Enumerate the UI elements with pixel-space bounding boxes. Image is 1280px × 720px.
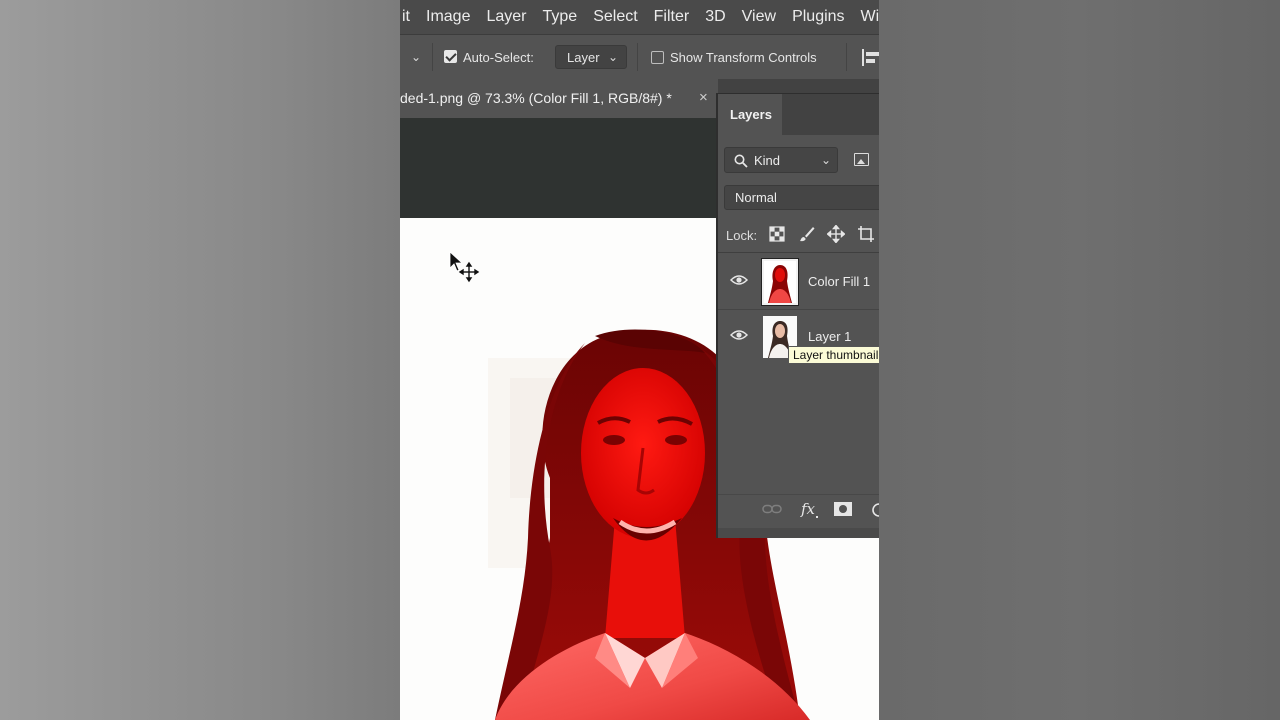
adjustment-icon[interactable] [871, 502, 879, 518]
eye-icon[interactable] [730, 274, 748, 286]
chevron-down-icon: ⌄ [607, 50, 618, 64]
menu-bar: it Image Layer Type Select Filter 3D Vie… [400, 0, 879, 34]
close-icon[interactable]: × [699, 89, 708, 106]
menu-edit[interactable]: it [400, 8, 418, 26]
document-tab-title: ded-1.png @ 73.3% (Color Fill 1, RGB/8#)… [400, 90, 672, 106]
layer-name: Layer 1 [808, 329, 852, 344]
move-cursor-icon [449, 251, 480, 283]
photoshop-window: it Image Layer Type Select Filter 3D Vie… [400, 0, 879, 720]
fx-icon[interactable]: fx [800, 500, 820, 520]
align-left-icon[interactable] [862, 49, 879, 66]
layers-panel-tab-bar: Layers [718, 94, 879, 135]
lock-row: Lock: [718, 222, 879, 253]
layer-row-color-fill-1[interactable]: Color Fill 1 [718, 256, 879, 308]
auto-select-label: Auto-Select: [463, 50, 534, 65]
document-tab[interactable]: ded-1.png @ 73.3% (Color Fill 1, RGB/8#)… [400, 79, 718, 118]
menu-window[interactable]: Wind [853, 8, 879, 26]
options-divider [637, 43, 638, 71]
brush-icon[interactable] [798, 225, 816, 243]
crop-icon[interactable] [857, 225, 875, 243]
menu-image[interactable]: Image [418, 8, 478, 26]
link-icon[interactable] [762, 502, 782, 516]
menu-layer[interactable]: Layer [478, 8, 534, 26]
layer-thumbnail[interactable] [761, 258, 799, 306]
right-background [879, 0, 1280, 720]
layer-filter-kind-dropdown[interactable]: Kind ⌄ [724, 147, 838, 173]
options-bar: ⌄ Auto-Select: Layer ⌄ Show Transform Co… [400, 34, 879, 80]
image-filter-icon[interactable] [854, 153, 869, 166]
layer-divider [718, 309, 879, 310]
layers-panel: Layers Kind ⌄ Normal Lock: Color Fill 1 … [716, 93, 879, 538]
mask-icon[interactable] [834, 502, 852, 516]
menu-view[interactable]: View [734, 8, 784, 26]
eye-icon[interactable] [730, 329, 748, 341]
chevron-down-icon: ⌄ [820, 153, 831, 167]
layer-thumbnail-tooltip: Layer thumbnail [788, 346, 879, 364]
lock-label: Lock: [726, 228, 758, 243]
lock-pixels-icon[interactable] [768, 225, 786, 243]
auto-select-target-dropdown[interactable]: Layer ⌄ [555, 45, 627, 69]
layers-panel-footer: fx [718, 494, 879, 525]
lock-row-divider [718, 252, 879, 253]
blend-mode-value: Normal [735, 190, 777, 205]
blend-mode-dropdown[interactable]: Normal [724, 185, 879, 210]
search-icon [734, 154, 748, 168]
color-fill-thumbnail-image [764, 261, 796, 303]
layer-name: Color Fill 1 [808, 274, 871, 289]
menu-select[interactable]: Select [585, 8, 645, 26]
tab-layers[interactable]: Layers [718, 94, 782, 135]
options-divider [432, 43, 433, 71]
tooltip-text: Layer thumbnail [793, 348, 879, 362]
menu-plugins[interactable]: Plugins [784, 8, 852, 26]
tab-layers-label: Layers [730, 107, 772, 122]
menu-type[interactable]: Type [535, 8, 586, 26]
menu-3d[interactable]: 3D [697, 8, 733, 26]
filter-kind-value: Kind [754, 153, 781, 168]
show-transform-controls-checkbox[interactable] [651, 51, 664, 64]
menu-filter[interactable]: Filter [646, 8, 698, 26]
move-icon[interactable] [827, 225, 845, 243]
options-divider [846, 43, 847, 71]
left-background [0, 0, 400, 720]
show-transform-controls-label: Show Transform Controls [670, 50, 817, 65]
layers-panel-bottom-edge [718, 528, 879, 538]
auto-select-target-value: Layer [567, 50, 600, 65]
auto-select-checkbox[interactable] [444, 50, 457, 63]
svg-text:fx: fx [800, 500, 816, 518]
tool-preset-chevron-down-icon[interactable]: ⌄ [411, 50, 421, 64]
